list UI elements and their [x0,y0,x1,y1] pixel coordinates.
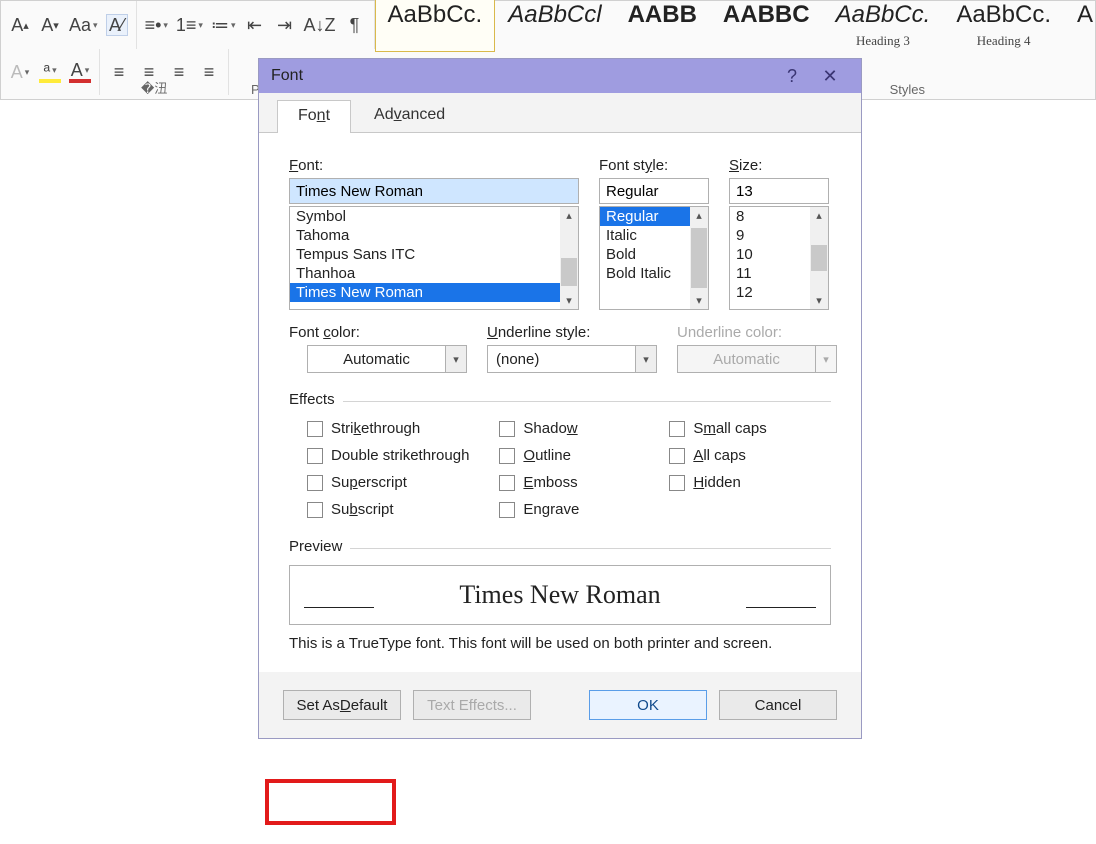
style-tile[interactable]: AaBbCc. [375,0,496,52]
font-color-icon[interactable]: A [69,61,91,83]
dialog-button-bar: Set As Default Text Effects... OK Cancel [259,672,861,738]
font-option[interactable]: Symbol [290,207,578,226]
label-font: Font: [289,157,579,174]
check-hidden[interactable]: Hidden [669,474,766,491]
bullets-icon[interactable]: ≡• [145,14,168,36]
size-input[interactable] [729,178,829,204]
scroll-up-icon[interactable]: ▴ [814,207,824,224]
check-superscript[interactable]: Superscript [307,474,469,491]
grow-font-icon[interactable]: A▴ [9,14,31,36]
check-emboss[interactable]: Emboss [499,474,579,491]
font-option[interactable]: Tahoma [290,226,578,245]
font-group-bottom: A ᵃ A [1,49,100,95]
close-button[interactable]: ✕ [811,66,849,87]
align-left-icon[interactable]: ≡ [108,61,130,83]
paragraph-group-top: ≡• 1≡ ≔ ⇤ ⇥ A↓Z ¶ [137,1,375,49]
tab-advanced[interactable]: Advanced [353,99,466,132]
style-tile[interactable]: AABBC [710,0,823,52]
tab-font[interactable]: Font [277,100,351,133]
label-effects: Effects [289,391,335,408]
check-small-caps[interactable]: Small caps [669,420,766,437]
underline-style-combo[interactable]: (none) ▾ [487,345,657,373]
style-tile[interactable]: AaBbCcl [495,0,614,52]
dialog-titlebar: Font ? ✕ [259,59,861,93]
justify-icon[interactable]: ≡ [198,61,220,83]
text-effects-button: Text Effects... [413,690,531,720]
size-listbox[interactable]: 89101112 ▴ ▾ [729,206,829,310]
font-list-scrollbar[interactable]: ▴ ▾ [560,207,578,309]
label-font-style: Font style: [599,157,709,174]
font-group-top: A▴ A▾ Aa A⁄ [1,1,137,49]
help-button[interactable]: ? [773,66,811,87]
underline-color-combo: Automatic ▾ [677,345,837,373]
font-style-listbox[interactable]: RegularItalicBoldBold Italic ▴ ▾ [599,206,709,310]
font-option[interactable]: Tempus Sans ITC [290,245,578,264]
chevron-down-icon[interactable]: ▾ [635,345,657,373]
chevron-down-icon[interactable]: ▾ [445,345,467,373]
numbering-icon[interactable]: 1≡ [176,14,203,36]
style-tile[interactable]: A [1064,0,1095,52]
dialog-tabs: Font Advanced [259,93,861,133]
cancel-button[interactable]: Cancel [719,690,837,720]
style-list-scrollbar[interactable]: ▴ ▾ [690,207,708,309]
scroll-up-icon[interactable]: ▴ [694,207,704,224]
highlight-icon[interactable]: ᵃ [39,61,61,83]
dialog-title: Font [271,67,303,85]
underline-color-value: Automatic [677,345,815,373]
scroll-down-icon[interactable]: ▾ [564,292,574,309]
font-color-combo[interactable]: Automatic ▾ [307,345,467,373]
label-underline-color: Underline color: [677,324,837,341]
effects-group: Strikethrough Double strikethrough Super… [307,420,831,518]
styles-gallery: AaBbCc.AaBbCclAABBAABBCAaBbCc.Heading 3A… [375,0,1096,52]
set-as-default-button[interactable]: Set As Default [283,690,401,720]
styles-group-label: Styles [890,82,925,97]
check-double-strike[interactable]: Double strikethrough [307,447,469,464]
scroll-down-icon[interactable]: ▾ [814,292,824,309]
chevron-down-icon: ▾ [815,345,837,373]
align-right-icon[interactable]: ≡ [168,61,190,83]
text-effects-icon[interactable]: A [9,61,31,83]
font-description: This is a TrueType font. This font will … [289,635,831,652]
scroll-down-icon[interactable]: ▾ [694,292,704,309]
scroll-up-icon[interactable]: ▴ [564,207,574,224]
font-group-launcher[interactable]: �沑 [141,78,167,97]
style-tile[interactable]: AaBbCc.Heading 3 [823,0,944,52]
label-underline-style: Underline style: [487,324,657,341]
font-dialog: Font ? ✕ Font Advanced Font: SymbolTahom… [258,58,862,739]
check-engrave[interactable]: Engrave [499,501,579,518]
sort-icon[interactable]: A↓Z [303,14,335,36]
preview-text: Times New Roman [459,580,660,610]
font-color-value: Automatic [307,345,445,373]
font-option[interactable]: Thanhoa [290,264,578,283]
size-list-scrollbar[interactable]: ▴ ▾ [810,207,828,309]
clear-format-icon[interactable]: A⁄ [106,14,128,36]
check-all-caps[interactable]: All caps [669,447,766,464]
font-input[interactable] [289,178,579,204]
check-subscript[interactable]: Subscript [307,501,469,518]
font-option[interactable]: Times New Roman [290,283,578,302]
check-shadow[interactable]: Shadow [499,420,579,437]
underline-style-value: (none) [487,345,635,373]
preview-box: Times New Roman [289,565,831,625]
check-strikethrough[interactable]: Strikethrough [307,420,469,437]
multilevel-icon[interactable]: ≔ [211,14,236,36]
style-tile[interactable]: AABB [615,0,710,52]
label-font-color: Font color: [289,324,467,341]
increase-indent-icon[interactable]: ⇥ [273,14,295,36]
font-listbox[interactable]: SymbolTahomaTempus Sans ITCThanhoaTimes … [289,206,579,310]
decrease-indent-icon[interactable]: ⇤ [243,14,265,36]
ok-button[interactable]: OK [589,690,707,720]
check-outline[interactable]: Outline [499,447,579,464]
show-marks-icon[interactable]: ¶ [344,14,366,36]
label-preview: Preview [289,538,342,555]
font-style-input[interactable] [599,178,709,204]
label-size: Size: [729,157,829,174]
shrink-font-icon[interactable]: A▾ [39,14,61,36]
change-case-icon[interactable]: Aa [69,14,98,36]
style-tile[interactable]: AaBbCc.Heading 4 [943,0,1064,52]
